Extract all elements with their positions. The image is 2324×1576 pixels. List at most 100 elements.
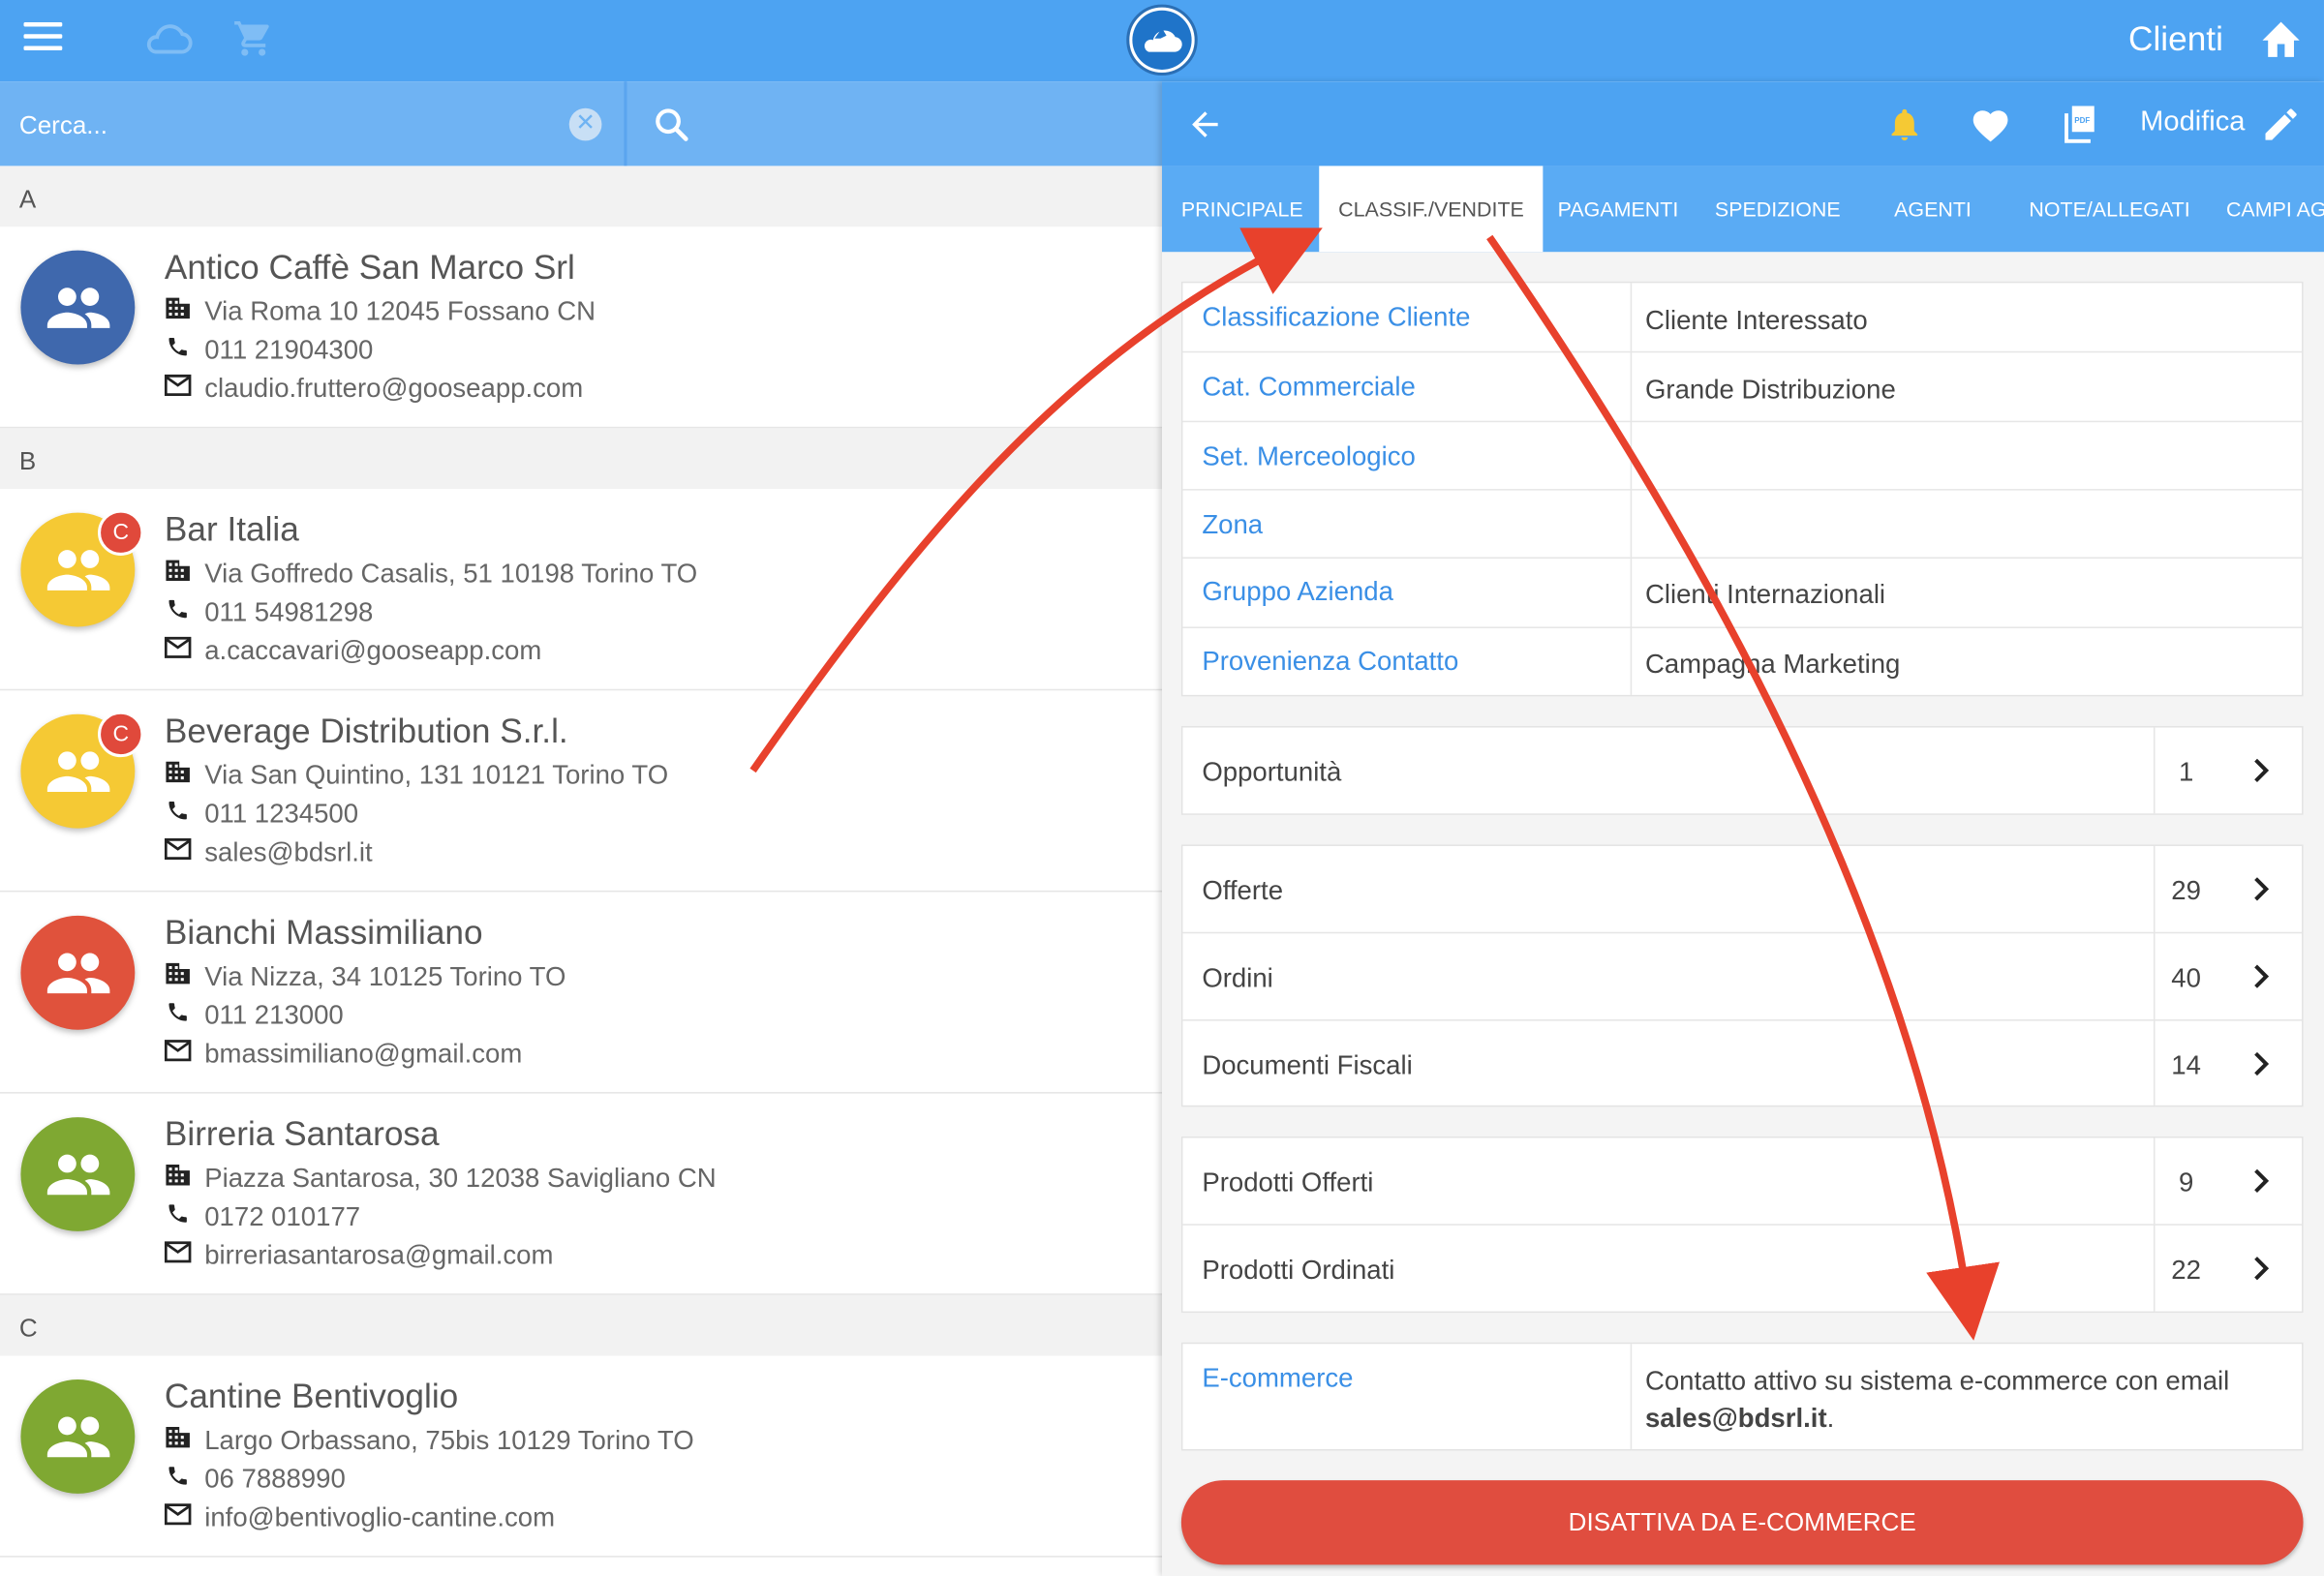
chevron-right-icon[interactable] xyxy=(2249,874,2273,904)
hamburger-menu-icon[interactable] xyxy=(23,21,63,58)
client-phone[interactable]: 06 7888990 xyxy=(165,1464,346,1495)
tab-note-allegati[interactable]: NOTE/ALLEGATI xyxy=(2029,197,2189,221)
tab-spedizione[interactable]: SPEDIZIONE xyxy=(1715,197,1841,221)
client-avatar-people-icon xyxy=(20,250,136,365)
client-list-item[interactable]: Birreria Santarosa Piazza Santarosa, 30 1… xyxy=(0,1094,1162,1295)
count-row-prodotti-ordinati[interactable]: Prodotti Ordinati 22 xyxy=(1182,1226,2302,1312)
client-email[interactable]: info@bentivoglio-cantine.com xyxy=(164,1502,555,1533)
tab-campi-aggiuntivi[interactable]: CAMPI AG xyxy=(2226,197,2324,221)
ecommerce-label: E-commerce xyxy=(1202,1363,1354,1393)
phone-text: 011 54981298 xyxy=(204,596,374,627)
field-label: Gruppo Azienda xyxy=(1202,576,1393,607)
building-icon xyxy=(165,296,204,327)
tab-agenti[interactable]: AGENTI xyxy=(1894,197,1972,221)
ecommerce-email: sales@bdsrl.it xyxy=(1644,1403,1827,1434)
mail-icon xyxy=(164,1502,204,1533)
chevron-right-icon[interactable] xyxy=(2249,1254,2273,1284)
disable-ecommerce-button[interactable]: DISATTIVA DA E-COMMERCE xyxy=(1180,1480,2304,1565)
email-text: a.caccavari@gooseapp.com xyxy=(204,635,542,666)
address-text: Via Goffredo Casalis, 51 10198 Torino TO xyxy=(204,559,698,589)
chevron-right-icon[interactable] xyxy=(2249,756,2273,786)
field-row[interactable]: Provenienza Contatto Campagna Marketing xyxy=(1182,628,2302,698)
tab-pagamenti[interactable]: PAGAMENTI xyxy=(1558,197,1679,221)
mail-icon xyxy=(164,1039,204,1070)
search-placeholder: Cerca... xyxy=(18,110,108,139)
client-list-item[interactable]: Antico Caffè San Marco Srl Via Roma 10 12… xyxy=(0,227,1162,429)
count-label: Opportunità xyxy=(1202,757,1342,787)
client-email[interactable]: sales@bdsrl.it xyxy=(164,836,373,868)
chevron-right-icon[interactable] xyxy=(2249,961,2273,991)
building-icon xyxy=(165,559,204,590)
tab-principale[interactable]: PRINCIPALE xyxy=(1181,197,1303,221)
client-address: Via Roma 10 12045 Fossano CN xyxy=(165,296,596,327)
chevron-right-icon[interactable] xyxy=(2249,1167,2273,1197)
field-value: Campagna Marketing xyxy=(1644,649,1901,680)
field-row[interactable]: Set. Merceologico xyxy=(1182,422,2303,491)
client-name: Bianchi Massimiliano xyxy=(164,912,483,952)
count-row-opportunita[interactable]: Opportunità 1 xyxy=(1182,728,2302,814)
phone-icon xyxy=(165,1201,204,1232)
client-email[interactable]: a.caccavari@gooseapp.com xyxy=(164,635,542,667)
app-logo xyxy=(1126,4,1198,76)
page-title: Clienti xyxy=(2128,18,2223,58)
address-text: Largo Orbassano, 75bis 10129 Torino TO xyxy=(204,1425,694,1456)
pdf-icon[interactable]: PDF xyxy=(2057,103,2101,155)
opportunities-panel: Opportunità 1 xyxy=(1180,725,2304,815)
ecommerce-suffix: . xyxy=(1826,1403,1835,1434)
client-list-item[interactable]: Bianchi Massimiliano Via Nizza, 34 10125 … xyxy=(0,892,1162,1094)
building-icon xyxy=(165,961,204,992)
count-value: 9 xyxy=(2178,1167,2194,1197)
client-phone[interactable]: 011 54981298 xyxy=(165,596,374,628)
back-arrow-icon[interactable] xyxy=(1185,106,1224,151)
client-avatar-people-icon xyxy=(20,1117,136,1231)
field-label: Set. Merceologico xyxy=(1202,441,1416,471)
client-address: Via Goffredo Casalis, 51 10198 Torino TO xyxy=(165,559,697,590)
client-list-item[interactable]: C Bar Italia Via Goffredo Casalis, 51 1019… xyxy=(0,489,1162,691)
favorite-heart-icon[interactable] xyxy=(1970,106,2011,151)
count-label: Prodotti Ordinati xyxy=(1202,1255,1395,1286)
client-badge: C xyxy=(98,509,144,556)
phone-text: 011 213000 xyxy=(204,1000,344,1030)
client-phone[interactable]: 011 21904300 xyxy=(165,334,374,366)
cloud-icon[interactable] xyxy=(142,20,193,63)
section-header: A xyxy=(0,166,1162,227)
cart-icon[interactable] xyxy=(232,17,274,67)
client-phone[interactable]: 011 1234500 xyxy=(165,799,358,830)
phone-text: 0172 010177 xyxy=(204,1201,361,1231)
field-row[interactable]: Zona xyxy=(1182,491,2303,560)
clear-search-icon[interactable]: ✕ xyxy=(568,107,602,141)
classification-panel: Classificazione Cliente Cliente Interess… xyxy=(1180,281,2304,698)
client-detail-pane: PDF Modifica PRINCIPALE CLASSIF./VENDITE… xyxy=(1161,81,2324,1576)
field-value: Cliente Interessato xyxy=(1644,305,1868,335)
email-text: sales@bdsrl.it xyxy=(204,836,373,867)
bell-icon[interactable] xyxy=(1885,104,1924,153)
client-email[interactable]: birreriasantarosa@gmail.com xyxy=(164,1240,553,1271)
chevron-right-icon[interactable] xyxy=(2249,1049,2273,1079)
client-email[interactable]: bmassimiliano@gmail.com xyxy=(164,1039,522,1070)
client-address: Via San Quintino, 131 10121 Torino TO xyxy=(165,760,668,791)
client-badge: C xyxy=(98,711,144,758)
count-value: 40 xyxy=(2171,962,2201,993)
client-phone[interactable]: 0172 010177 xyxy=(165,1201,360,1232)
pencil-edit-icon[interactable] xyxy=(2260,104,2302,153)
search-input[interactable]: Cerca... ✕ xyxy=(0,81,627,167)
client-list-item[interactable]: C Beverage Distribution S.r.l. Via San Qui… xyxy=(0,690,1162,893)
count-value: 29 xyxy=(2171,875,2201,906)
ecommerce-status: Contatto attivo su sistema e-commerce co… xyxy=(1645,1363,2282,1438)
search-icon[interactable] xyxy=(652,106,690,151)
count-row-offerte[interactable]: Offerte 29 xyxy=(1182,846,2303,934)
count-row-prodotti-offerti[interactable]: Prodotti Offerti 9 xyxy=(1182,1138,2303,1226)
client-list-item[interactable]: Cantine Bentivoglio Largo Orbassano, 75bi… xyxy=(0,1355,1162,1558)
phone-text: 011 21904300 xyxy=(204,334,374,365)
count-row-ordini[interactable]: Ordini 40 xyxy=(1182,933,2303,1021)
client-email[interactable]: claudio.fruttero@gooseapp.com xyxy=(164,374,583,405)
field-row[interactable]: Cat. Commerciale Grande Distribuzione xyxy=(1182,352,2303,423)
count-row-documenti-fiscali[interactable]: Documenti Fiscali 14 xyxy=(1182,1021,2302,1107)
edit-label[interactable]: Modifica xyxy=(2140,106,2245,139)
client-phone[interactable]: 011 213000 xyxy=(165,1000,344,1031)
field-row[interactable]: Classificazione Cliente Cliente Interess… xyxy=(1182,283,2303,353)
tab-classif-vendite[interactable]: CLASSIF./VENDITE xyxy=(1319,166,1544,253)
phone-text: 06 7888990 xyxy=(204,1464,346,1494)
field-row[interactable]: Gruppo Azienda Clienti Internazionali xyxy=(1182,559,2303,628)
home-icon[interactable] xyxy=(2259,17,2304,67)
